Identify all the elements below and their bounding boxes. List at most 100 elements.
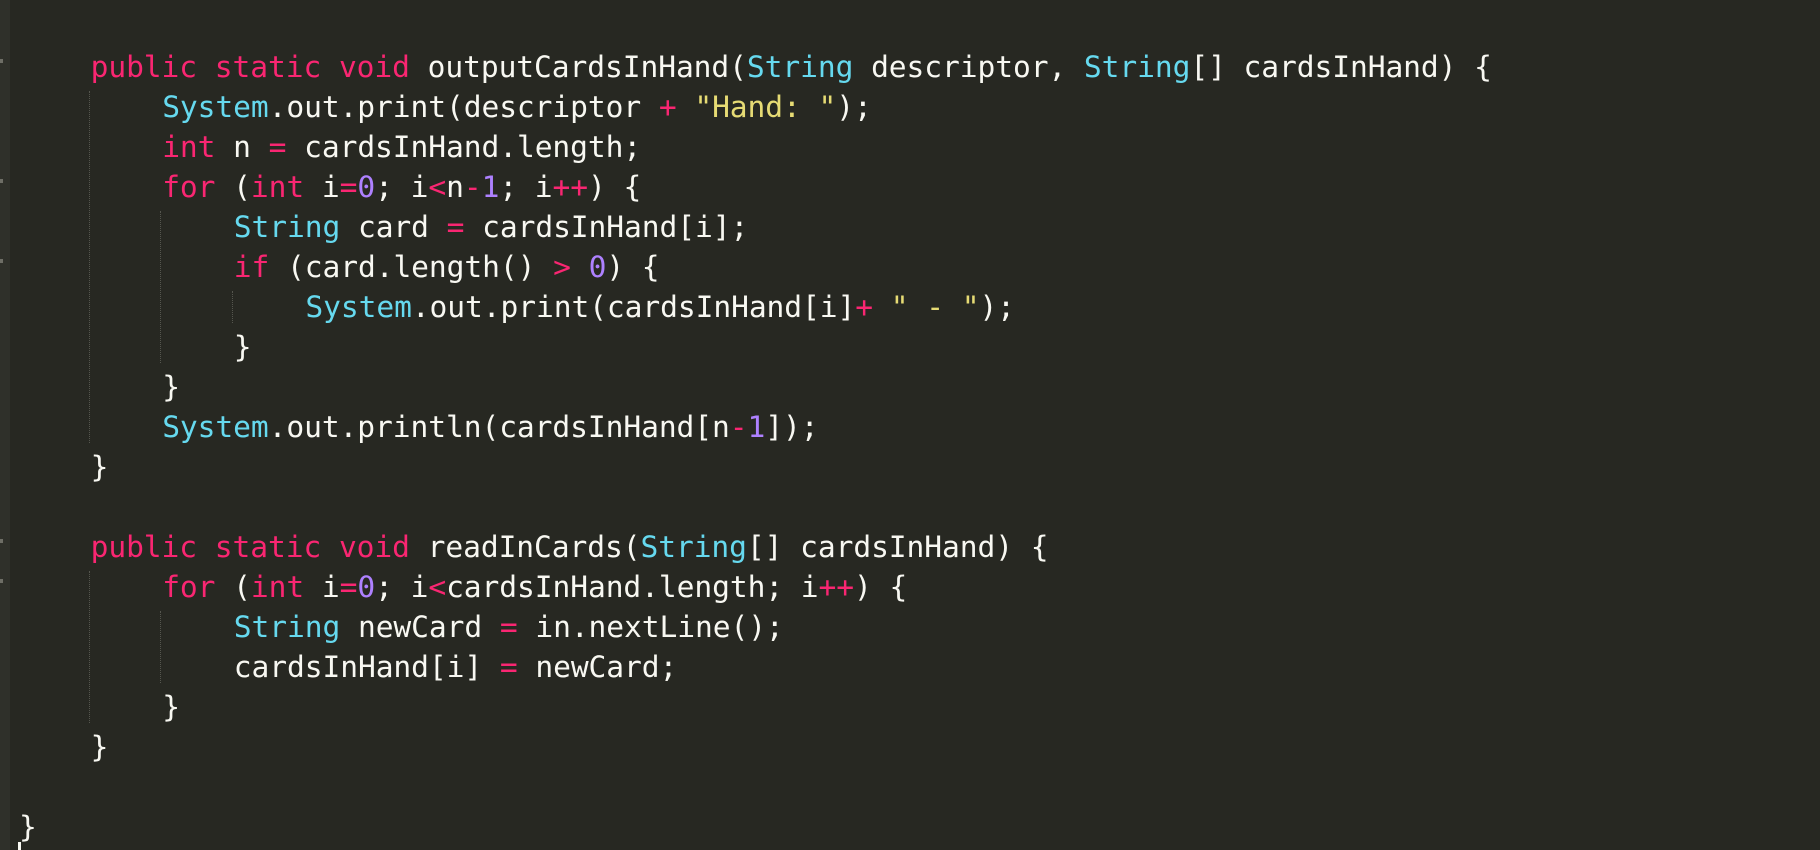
code-line[interactable]: int n = cardsInHand.length; — [162, 127, 641, 167]
code-token: .out.print(descriptor — [268, 90, 659, 124]
code-line[interactable]: String newCard = in.nextLine(); — [234, 607, 784, 647]
code-token: outputCardsInHand( — [409, 50, 747, 84]
code-token: ++ — [552, 170, 589, 204]
code-line[interactable]: for (int i=0; i<n-1; i++) { — [162, 167, 641, 207]
code-token: ) { — [854, 570, 908, 604]
code-token: String — [640, 530, 747, 564]
indent-guide — [88, 571, 90, 723]
indent-guide — [88, 91, 90, 443]
code-line[interactable]: } — [162, 687, 180, 727]
code-line[interactable]: String card = cardsInHand[i]; — [234, 207, 748, 247]
code-token: 0 — [357, 170, 376, 204]
code-token: in.nextLine(); — [517, 610, 784, 644]
code-line[interactable]: System.out.println(cardsInHand[n-1]); — [162, 407, 818, 447]
code-token: void — [338, 50, 410, 84]
code-token: = — [499, 610, 518, 644]
code-token: ]); — [765, 410, 819, 444]
code-line[interactable]: } — [234, 327, 252, 367]
code-token: System — [162, 90, 269, 124]
code-token: 1 — [481, 170, 500, 204]
code-token: i — [304, 570, 340, 604]
code-token: readInCards( — [409, 530, 641, 564]
code-token: newCard — [340, 610, 500, 644]
code-token: 0 — [588, 250, 607, 284]
code-token: } — [162, 370, 180, 404]
code-token: } — [162, 690, 180, 724]
code-token: ( — [215, 570, 251, 604]
code-token: 0 — [357, 570, 376, 604]
code-line[interactable]: } — [162, 367, 180, 407]
code-token: String — [1083, 50, 1191, 84]
code-token: int — [162, 130, 216, 164]
code-line[interactable]: cardsInHand[i] = newCard; — [233, 647, 678, 687]
code-token: public — [90, 50, 198, 84]
code-token: ; i — [375, 570, 429, 604]
code-token: } — [233, 330, 252, 364]
code-token: [] cardsInHand) { — [746, 530, 1049, 564]
code-token: ); — [979, 290, 1015, 324]
code-line[interactable]: for (int i=0; i<cardsInHand.length; i++)… — [162, 567, 907, 607]
code-token: - — [729, 410, 748, 444]
code-token: n — [215, 130, 269, 164]
code-token: + — [855, 290, 873, 324]
code-token: } — [19, 810, 37, 844]
code-editor[interactable]: public static void outputCardsInHand( Str… — [0, 0, 1820, 850]
code-token: i — [304, 170, 340, 204]
code-token: for — [162, 170, 216, 204]
code-line[interactable]: public static void outputCardsInHand( Str… — [91, 47, 1492, 87]
code-token: static — [214, 50, 322, 84]
code-token: < — [428, 570, 447, 604]
code-token: + — [658, 90, 677, 124]
code-token: "Hand: " — [694, 90, 837, 124]
code-token: ( — [215, 170, 251, 204]
code-line[interactable]: } — [19, 807, 37, 847]
text-cursor — [18, 842, 21, 850]
code-token: System — [305, 290, 412, 324]
code-token: .out.print(cardsInHand[i] — [411, 290, 856, 324]
indent-guide — [160, 611, 162, 683]
code-token: 1 — [747, 410, 766, 444]
code-token: n — [446, 170, 464, 204]
code-token: ; i — [499, 170, 553, 204]
code-token: ); — [836, 90, 872, 124]
code-token: cardsInHand[i]; — [464, 210, 749, 244]
code-token: void — [338, 530, 410, 564]
code-token: } — [90, 730, 109, 764]
indent-guide — [160, 211, 162, 363]
code-token: [] cardsInHand) { — [1190, 50, 1492, 84]
code-line[interactable]: } — [91, 447, 109, 487]
code-token: ; i — [375, 170, 429, 204]
code-line[interactable]: if (card.length() > 0) { — [234, 247, 660, 287]
code-token: ) { — [606, 250, 660, 284]
code-line[interactable]: System.out.print(descriptor + "Hand: "); — [162, 87, 872, 127]
indent-guide — [231, 291, 233, 323]
code-token: System — [162, 410, 269, 444]
code-token: = — [446, 210, 465, 244]
code-token: for — [162, 570, 216, 604]
code-token: - — [463, 170, 482, 204]
code-token: = — [268, 130, 287, 164]
code-token: .out.println(cardsInHand[n — [268, 410, 730, 444]
code-token: " - " — [890, 290, 980, 324]
code-line[interactable]: System.out.print(cardsInHand[i]+ " - "); — [305, 287, 1015, 327]
code-token: static — [214, 530, 322, 564]
code-token: cardsInHand.length; i — [446, 570, 819, 604]
code-token: public — [90, 530, 198, 564]
code-line[interactable]: } — [91, 727, 109, 767]
code-token: ) { — [588, 170, 642, 204]
code-token: String — [233, 610, 341, 644]
code-token: = — [339, 570, 358, 604]
code-line[interactable]: public static void readInCards(String[] … — [91, 527, 1049, 567]
code-token: cardsInHand[i] — [233, 650, 500, 684]
code-token: newCard; — [517, 650, 678, 684]
code-token: = — [339, 170, 358, 204]
code-token: descriptor, — [853, 50, 1084, 84]
code-token: = — [499, 650, 518, 684]
code-token: cardsInHand.length; — [286, 130, 642, 164]
